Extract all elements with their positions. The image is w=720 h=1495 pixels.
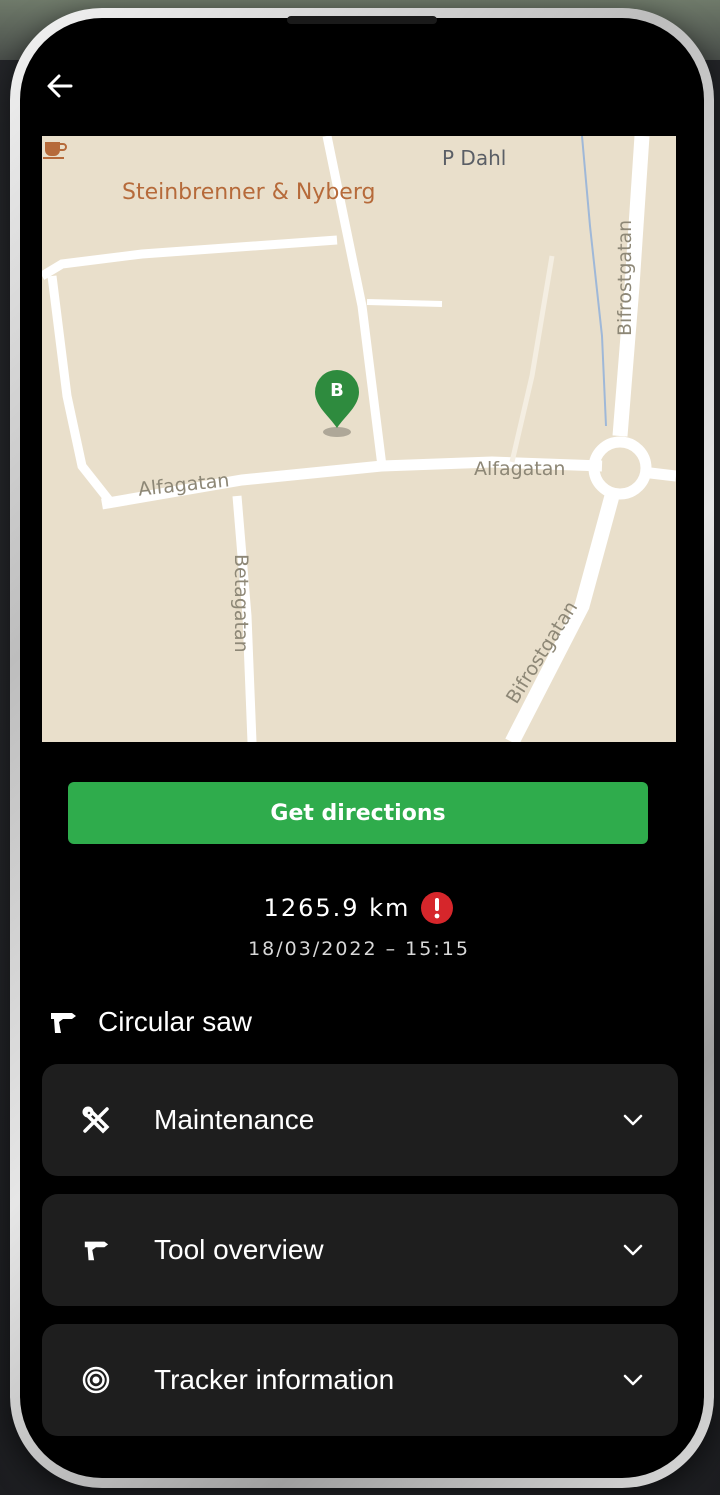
distance-row: 1265.9 km xyxy=(34,888,684,928)
tool-header: Circular saw xyxy=(48,1000,252,1044)
section-maintenance[interactable]: Maintenance xyxy=(42,1064,678,1176)
section-tool-overview[interactable]: Tool overview xyxy=(42,1194,678,1306)
target-icon xyxy=(82,1366,110,1394)
chevron-down-icon xyxy=(623,1114,643,1126)
phone-frame: Steinbrenner & Nyberg P Dahl Alfagatan A… xyxy=(10,8,714,1488)
map-pin-icon xyxy=(315,370,359,437)
street-label-alfagatan-east: Alfagatan xyxy=(474,458,566,480)
chevron-down-icon xyxy=(623,1244,643,1256)
drill-icon xyxy=(51,1013,76,1033)
location-map[interactable]: Steinbrenner & Nyberg P Dahl Alfagatan A… xyxy=(42,136,676,742)
street-label-betagatan: Betagatan xyxy=(230,554,252,653)
place-label: P Dahl xyxy=(442,146,507,170)
alert-icon[interactable] xyxy=(420,891,454,925)
speaker-grille xyxy=(287,16,437,24)
section-label: Maintenance xyxy=(154,1104,315,1135)
tools-icon xyxy=(82,1106,110,1134)
tool-name: Circular saw xyxy=(98,1006,253,1037)
location-marker[interactable]: B xyxy=(312,368,362,440)
last-seen-timestamp: 18/03/2022 – 15:15 xyxy=(248,938,470,960)
section-tracker-information[interactable]: Tracker information xyxy=(42,1324,678,1436)
app-screen: Steinbrenner & Nyberg P Dahl Alfagatan A… xyxy=(34,32,690,1464)
drill-icon xyxy=(84,1241,109,1261)
phone-bezel: Steinbrenner & Nyberg P Dahl Alfagatan A… xyxy=(20,16,704,1478)
arrow-left-icon xyxy=(47,74,73,98)
section-label: Tracker information xyxy=(154,1364,395,1395)
cafe-icon xyxy=(43,142,67,159)
back-button[interactable] xyxy=(40,66,80,106)
marker-letter: B xyxy=(330,380,344,401)
get-directions-button[interactable]: Get directions xyxy=(68,782,648,844)
chevron-down-icon xyxy=(623,1374,643,1386)
section-label: Tool overview xyxy=(154,1234,324,1265)
poi-label[interactable]: Steinbrenner & Nyberg xyxy=(122,180,375,205)
distance-value: 1265.9 km xyxy=(263,894,411,922)
street-label-bifrostgatan-north: Bifrostgatan xyxy=(614,219,636,336)
